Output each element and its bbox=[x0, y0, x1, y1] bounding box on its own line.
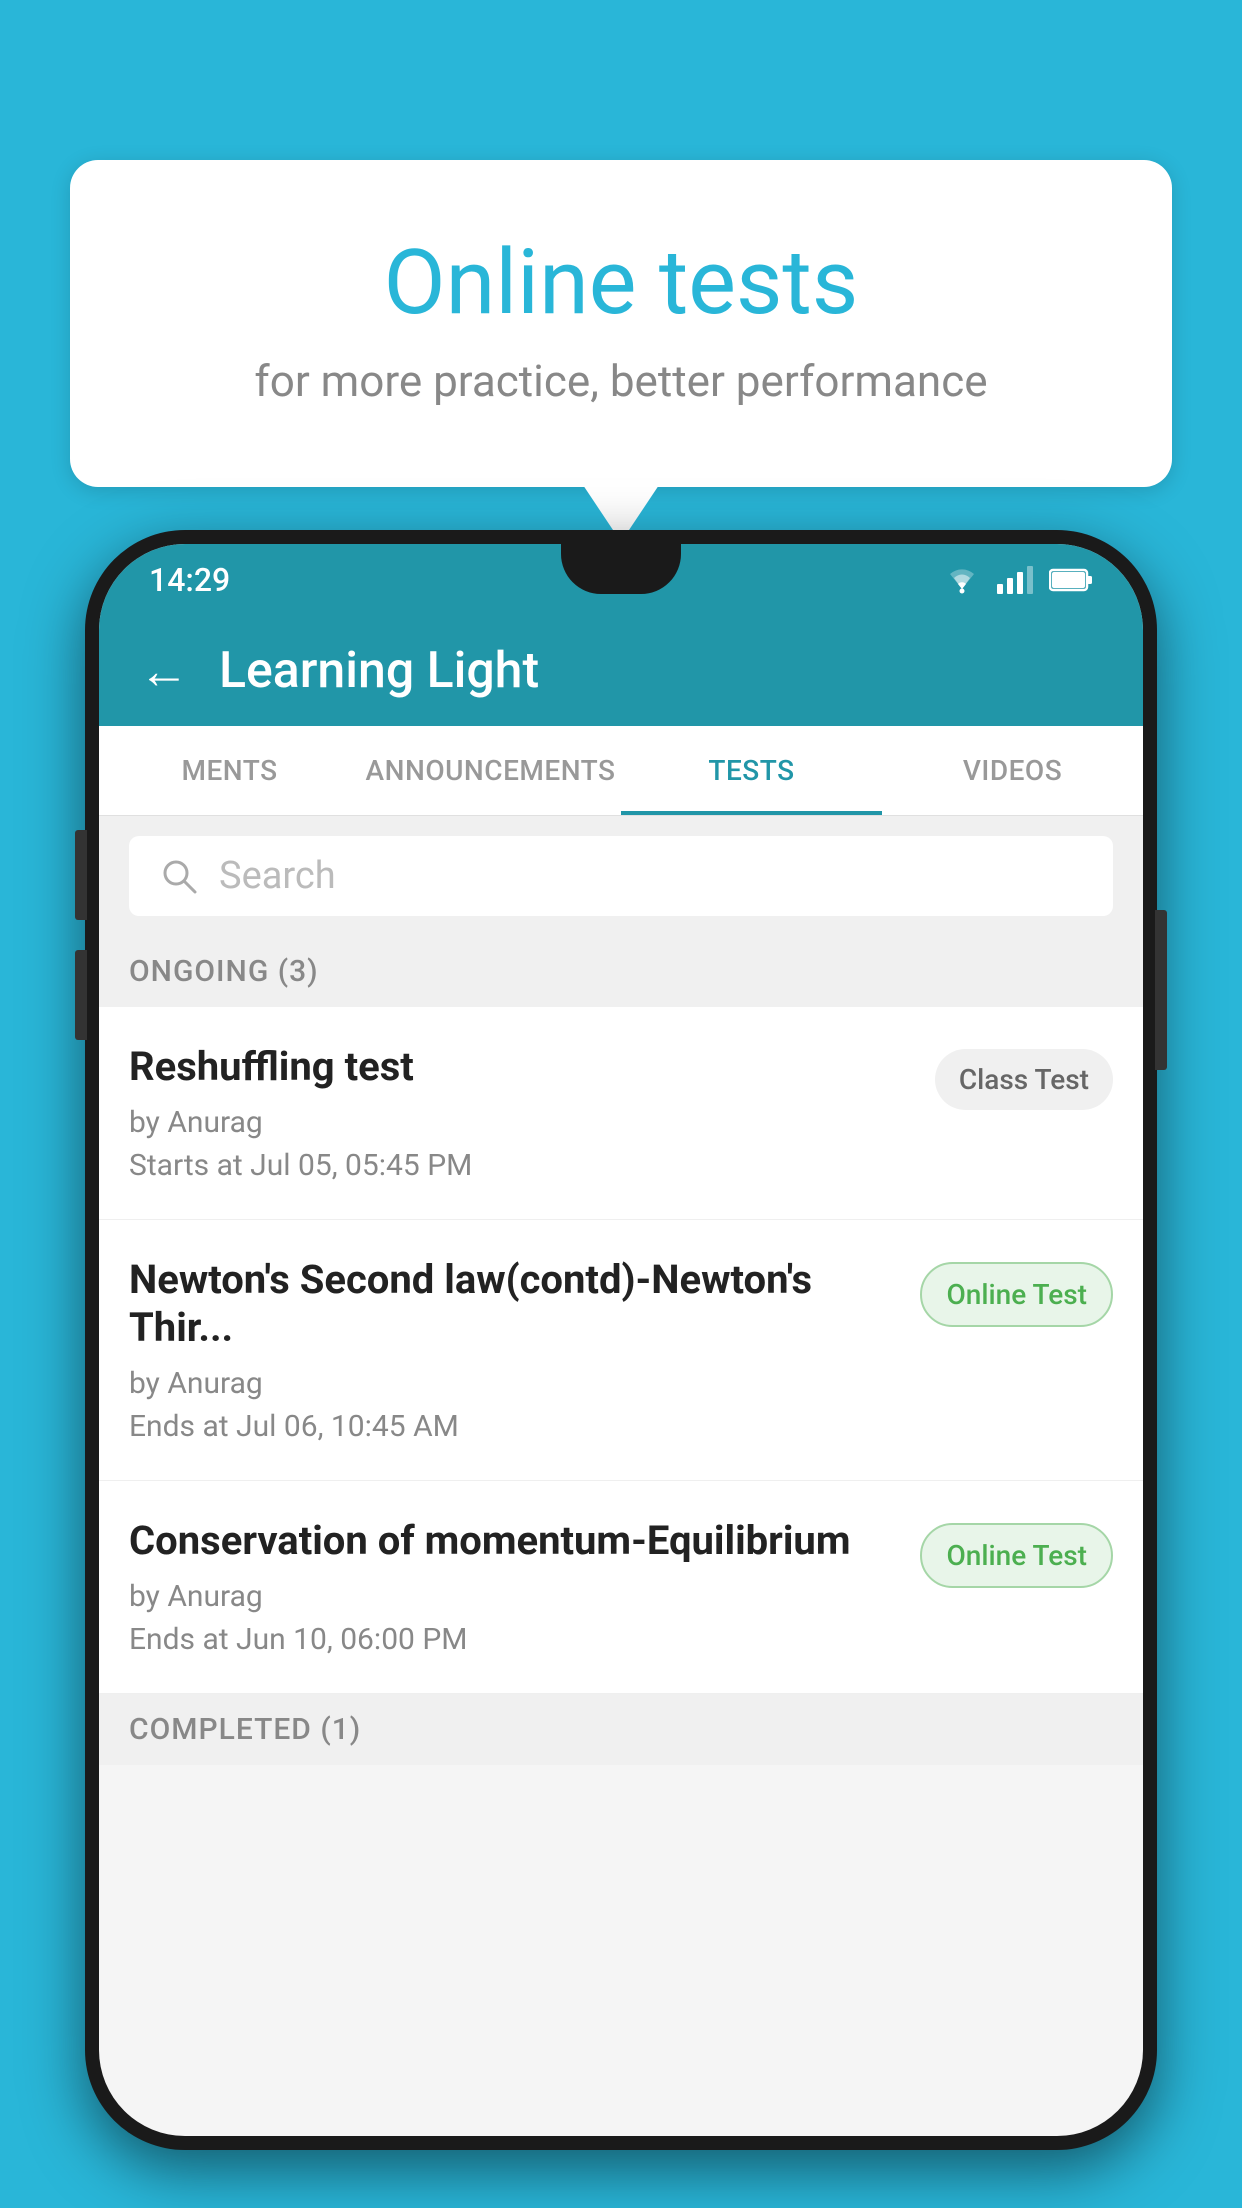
online-test-badge: Online Test bbox=[920, 1262, 1113, 1327]
test-info: Conservation of momentum-Equilibrium by … bbox=[129, 1517, 900, 1657]
tab-announcements[interactable]: ANNOUNCEMENTS bbox=[360, 726, 621, 815]
phone-container: 14:29 bbox=[85, 530, 1157, 2208]
online-test-badge: Online Test bbox=[920, 1523, 1113, 1588]
test-author: by Anurag bbox=[129, 1105, 915, 1140]
wifi-icon bbox=[943, 565, 981, 595]
search-icon bbox=[159, 856, 199, 896]
volume-down-button[interactable] bbox=[75, 950, 87, 1040]
tests-list: Reshuffling test by Anurag Starts at Jul… bbox=[99, 1007, 1143, 1694]
test-name: Conservation of momentum-Equilibrium bbox=[129, 1517, 900, 1565]
phone-screen: 14:29 bbox=[99, 544, 1143, 2136]
tab-ments[interactable]: MENTS bbox=[99, 726, 360, 815]
search-container: Search bbox=[99, 816, 1143, 936]
search-bar[interactable]: Search bbox=[129, 836, 1113, 916]
class-test-badge: Class Test bbox=[935, 1049, 1113, 1110]
test-date: Ends at Jun 10, 06:00 PM bbox=[129, 1622, 900, 1657]
test-item[interactable]: Newton's Second law(contd)-Newton's Thir… bbox=[99, 1220, 1143, 1481]
phone-frame: 14:29 bbox=[85, 530, 1157, 2150]
status-icons bbox=[943, 565, 1093, 595]
status-time: 14:29 bbox=[149, 561, 230, 599]
test-info: Newton's Second law(contd)-Newton's Thir… bbox=[129, 1256, 900, 1444]
test-date: Starts at Jul 05, 05:45 PM bbox=[129, 1148, 915, 1183]
bubble-subtitle: for more practice, better performance bbox=[130, 355, 1112, 407]
tabs-bar: MENTS ANNOUNCEMENTS TESTS VIDEOS bbox=[99, 726, 1143, 816]
app-title: Learning Light bbox=[219, 642, 539, 700]
test-author: by Anurag bbox=[129, 1366, 900, 1401]
test-date: Ends at Jul 06, 10:45 AM bbox=[129, 1409, 900, 1444]
test-author: by Anurag bbox=[129, 1579, 900, 1614]
status-bar: 14:29 bbox=[99, 544, 1143, 616]
tab-tests[interactable]: TESTS bbox=[621, 726, 882, 815]
completed-title: COMPLETED (1) bbox=[129, 1712, 361, 1747]
signal-icon bbox=[997, 566, 1033, 594]
speech-bubble: Online tests for more practice, better p… bbox=[70, 160, 1172, 487]
test-name: Newton's Second law(contd)-Newton's Thir… bbox=[129, 1256, 900, 1352]
battery-icon bbox=[1049, 567, 1093, 593]
power-button[interactable] bbox=[1155, 910, 1167, 1070]
app-bar: ← Learning Light bbox=[99, 616, 1143, 726]
completed-section-header: COMPLETED (1) bbox=[99, 1694, 1143, 1765]
test-info: Reshuffling test by Anurag Starts at Jul… bbox=[129, 1043, 915, 1183]
speech-bubble-container: Online tests for more practice, better p… bbox=[70, 160, 1172, 487]
test-item[interactable]: Conservation of momentum-Equilibrium by … bbox=[99, 1481, 1143, 1694]
test-name: Reshuffling test bbox=[129, 1043, 915, 1091]
ongoing-section-header: ONGOING (3) bbox=[99, 936, 1143, 1007]
notch bbox=[561, 544, 681, 594]
search-placeholder: Search bbox=[219, 854, 336, 898]
tab-videos[interactable]: VIDEOS bbox=[882, 726, 1143, 815]
test-item[interactable]: Reshuffling test by Anurag Starts at Jul… bbox=[99, 1007, 1143, 1220]
bubble-title: Online tests bbox=[130, 230, 1112, 335]
ongoing-title: ONGOING (3) bbox=[129, 954, 319, 989]
back-button[interactable]: ← bbox=[139, 642, 189, 701]
volume-up-button[interactable] bbox=[75, 830, 87, 920]
